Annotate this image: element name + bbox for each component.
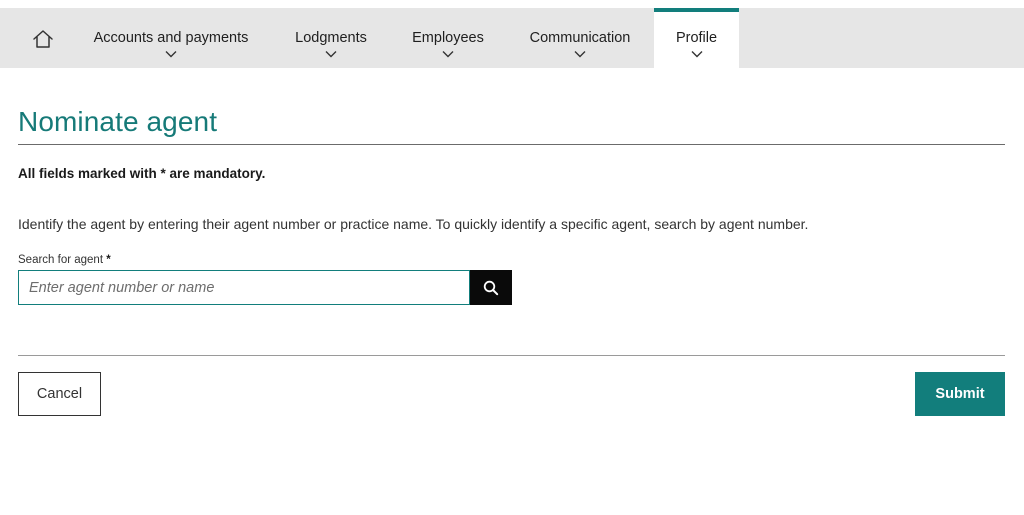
nav-item-label: Employees <box>412 30 484 46</box>
actions-divider <box>18 355 1005 356</box>
submit-button[interactable]: Submit <box>915 372 1005 416</box>
required-marker: * <box>106 254 111 266</box>
search-label-text: Search for agent <box>18 254 104 266</box>
nav-item-label: Profile <box>675 30 718 46</box>
search-button[interactable] <box>470 270 512 305</box>
nav-item-label: Communication <box>529 30 631 46</box>
nav-item-label: Lodgments <box>295 30 367 46</box>
search-icon <box>483 280 499 295</box>
intro-text: Identify the agent by entering their age… <box>18 216 809 232</box>
nav-item-accounts-and-payments[interactable]: Accounts and payments <box>80 8 262 68</box>
cancel-button[interactable]: Cancel <box>18 372 101 416</box>
chevron-down-icon <box>691 51 702 58</box>
chevron-down-icon <box>574 51 586 58</box>
nav-item-label: Accounts and payments <box>93 30 249 46</box>
mandatory-note: All fields marked with * are mandatory. <box>18 166 266 181</box>
agent-search-input[interactable] <box>18 270 470 305</box>
chevron-down-icon <box>442 51 454 58</box>
page: Accounts and payments Lodgments Employee… <box>0 0 1024 515</box>
nav-item-profile[interactable]: Profile <box>654 8 739 68</box>
home-icon[interactable] <box>30 28 56 50</box>
page-title: Nominate agent <box>18 106 218 137</box>
nav-item-lodgments[interactable]: Lodgments <box>283 8 379 68</box>
search-field-label: Search for agent * <box>18 254 111 266</box>
title-divider <box>18 144 1005 145</box>
chevron-down-icon <box>165 51 177 58</box>
chevron-down-icon <box>325 51 337 58</box>
nav-item-employees[interactable]: Employees <box>400 8 496 68</box>
top-nav: Accounts and payments Lodgments Employee… <box>0 8 1024 68</box>
nav-item-communication[interactable]: Communication <box>518 8 642 68</box>
